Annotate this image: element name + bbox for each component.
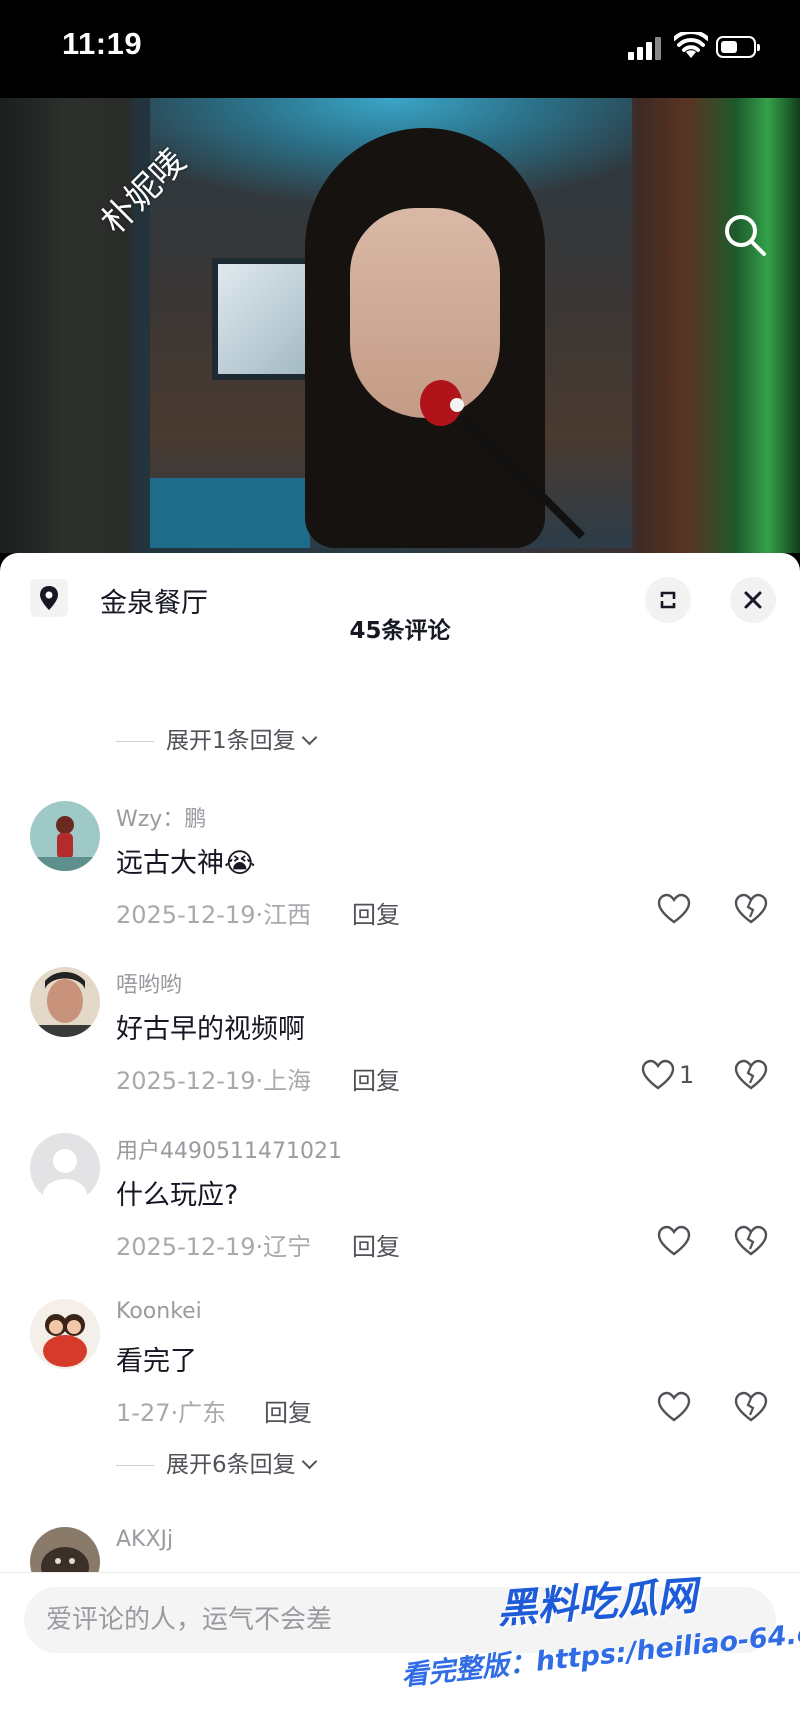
broken-heart-icon[interactable]: [734, 1391, 768, 1423]
status-bar: 11:19: [0, 0, 800, 98]
comment-meta: 2025-12-19·上海: [116, 1067, 312, 1095]
avatar[interactable]: [30, 801, 100, 871]
broken-heart-icon[interactable]: [734, 1059, 768, 1091]
comment-meta: 2025-12-19·辽宁: [116, 1233, 312, 1261]
wifi-icon: [674, 32, 708, 58]
comment-username[interactable]: 用户4490511471021: [116, 1133, 342, 1165]
broken-heart-icon[interactable]: [734, 1225, 768, 1257]
microphone-tip: [450, 398, 464, 412]
heart-icon[interactable]: [657, 1391, 691, 1423]
comment-text-body: 远古大神: [116, 848, 224, 879]
video-frame: [150, 98, 632, 548]
comment-meta: 1-27·广东: [116, 1399, 227, 1427]
reply-button[interactable]: 回复: [352, 895, 400, 930]
reply-button[interactable]: 回复: [264, 1393, 312, 1428]
reply-button[interactable]: 回复: [352, 1227, 400, 1262]
comment-text: 远古大神😭: [116, 841, 256, 880]
comment-username[interactable]: AKXJj: [116, 1527, 173, 1552]
status-time: 11:19: [62, 26, 143, 61]
reply-button[interactable]: 回复: [352, 1061, 400, 1096]
chevron-down-icon: [301, 729, 317, 746]
comment-meta: 2025-12-19·江西: [116, 901, 312, 929]
comment-item: Koonkei 看完了 1-27·广东 回复: [0, 1299, 800, 1459]
comment-username[interactable]: Wzy：鹏: [116, 801, 206, 833]
comment-username[interactable]: 唔哟哟: [116, 967, 182, 999]
expand-replies-label: 展开1条回复: [166, 728, 296, 754]
crying-emoji: 😭: [224, 848, 256, 879]
avatar[interactable]: [30, 1133, 100, 1203]
battery-icon: [716, 36, 760, 58]
chevron-down-icon: [301, 1453, 317, 1470]
divider: [116, 1465, 154, 1466]
like-count: 1: [679, 1061, 695, 1089]
expand-replies-button[interactable]: 展开6条回复: [116, 1445, 317, 1479]
comment-panel: 金泉餐厅 45条评论 展开1条回复 Wzy：鹏 远古大神😭 2025-12-19…: [0, 553, 800, 1733]
comment-item: 用户4490511471021 什么玩应? 2025-12-19·辽宁 回复: [0, 1133, 800, 1293]
comment-count-title: 45条评论: [349, 618, 451, 644]
avatar[interactable]: [30, 1299, 100, 1369]
comment-item: Wzy：鹏 远古大神😭 2025-12-19·江西 回复: [0, 801, 800, 961]
expand-replies-label: 展开6条回复: [166, 1452, 296, 1478]
heart-icon[interactable]: [657, 893, 691, 925]
avatar[interactable]: [30, 967, 100, 1037]
comment-text: 看完了: [116, 1346, 197, 1377]
search-icon[interactable]: [720, 210, 770, 260]
video-player[interactable]: 朴妮唛: [0, 98, 800, 553]
heart-icon[interactable]: [641, 1059, 675, 1091]
comment-username[interactable]: Koonkei: [116, 1299, 202, 1324]
cellular-signal-icon: [628, 36, 664, 60]
heart-icon[interactable]: [657, 1225, 691, 1257]
broken-heart-icon[interactable]: [734, 893, 768, 925]
pool-table-in-video: [150, 478, 310, 548]
comment-text: 好古早的视频啊: [116, 1014, 305, 1045]
divider: [116, 741, 154, 742]
expand-replies-button[interactable]: 展开1条回复: [116, 721, 317, 755]
comment-text: 什么玩应?: [116, 1180, 239, 1211]
comment-item: 唔哟哟 好古早的视频啊 2025-12-19·上海 回复 1: [0, 967, 800, 1127]
